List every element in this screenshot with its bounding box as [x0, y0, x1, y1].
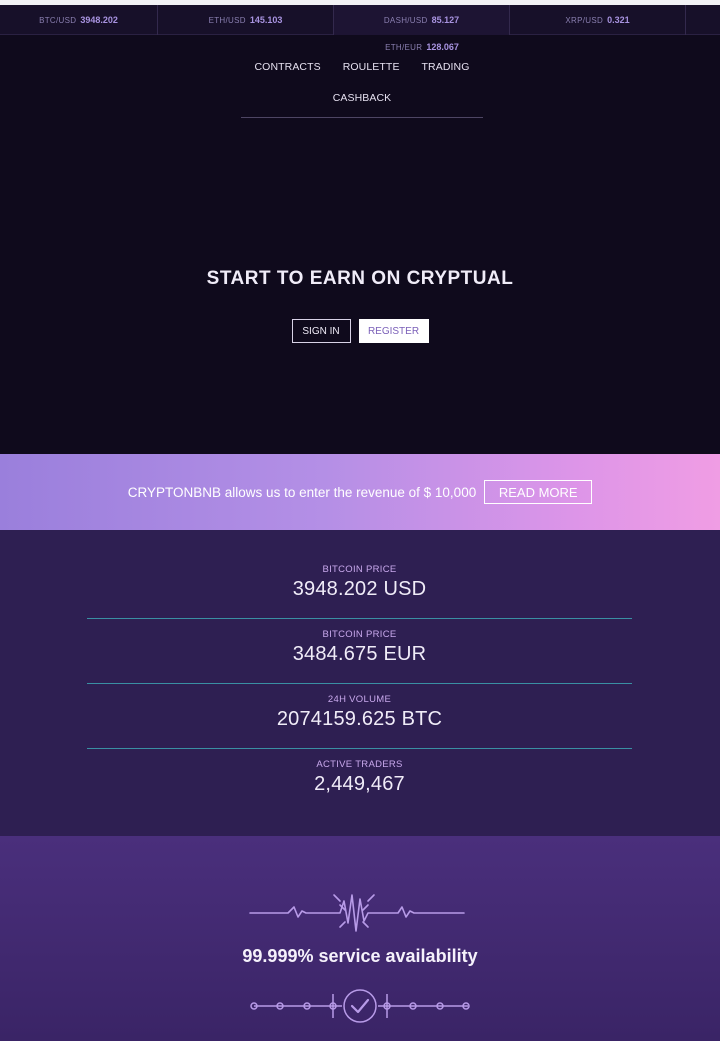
- heartbeat-line-icon: [249, 894, 465, 932]
- hero-section: START TO EARN ON CRYPTUAL SIGN IN REGIST…: [0, 118, 720, 454]
- stat-value: 3484.675 EUR: [292, 643, 427, 665]
- stat-label: BITCOIN PRICE: [322, 629, 397, 640]
- ticker-value: 145.103: [249, 15, 283, 25]
- ticker-pair: DASH/USD: [383, 15, 428, 25]
- ticker-item-btc-usd[interactable]: BTC/USD 3948.202: [0, 5, 158, 35]
- stat-active-traders: ACTIVE TRADERS 2,449,467: [87, 759, 632, 796]
- ticker-item-dash-usd[interactable]: DASH/USD 85.127: [334, 5, 510, 35]
- hero-actions: SIGN IN REGISTER: [0, 319, 720, 343]
- ticker-pair: BTC/USD: [39, 15, 77, 25]
- ticker-item-xrp-usd[interactable]: XRP/USD 0.321: [510, 5, 686, 35]
- promo-text: CRYPTONBNB allows us to enter the revenu…: [127, 484, 477, 500]
- stat-divider: [87, 748, 632, 749]
- stat-value: 2,449,467: [314, 773, 405, 795]
- stat-label: ACTIVE TRADERS: [316, 759, 403, 770]
- ticker-item-eth-eur[interactable]: ETH/EUR 128.067: [334, 39, 510, 55]
- availability-title: 99.999% service availability: [242, 946, 478, 966]
- hero-title: START TO EARN ON CRYPTUAL: [206, 268, 514, 289]
- promo-banner: CRYPTONBNB allows us to enter the revenu…: [0, 454, 720, 530]
- ticker-value: 0.321: [607, 15, 630, 25]
- register-button[interactable]: REGISTER: [358, 319, 429, 343]
- ticker-pair: ETH/USD: [208, 15, 246, 25]
- nav-item-contracts[interactable]: CONTRACTS: [255, 61, 321, 73]
- ticker-value: 128.067: [426, 42, 459, 52]
- stat-bitcoin-price-usd: BITCOIN PRICE 3948.202 USD: [87, 564, 632, 601]
- sign-in-button[interactable]: SIGN IN: [291, 319, 351, 343]
- ticker-item-eth-usd[interactable]: ETH/USD 145.103: [158, 5, 334, 35]
- nav-item-roulette[interactable]: ROULETTE: [343, 61, 400, 73]
- stat-label: 24H VOLUME: [327, 694, 392, 705]
- ticker-value: 85.127: [431, 15, 460, 25]
- ticker-value: 3948.202: [80, 15, 118, 25]
- check-circle-icon: [250, 989, 470, 1023]
- ticker-pair: XRP/USD: [565, 15, 604, 25]
- availability-section: 99.999% service availability: [0, 836, 720, 1041]
- stat-divider: [87, 618, 632, 619]
- stat-bitcoin-price-eur: BITCOIN PRICE 3484.675 EUR: [87, 629, 632, 666]
- ticker-item-overflow: [686, 5, 720, 35]
- nav-item-trading[interactable]: TRADING: [422, 61, 470, 73]
- main-nav: CONTRACTS ROULETTE TRADING CASHBACK: [241, 56, 483, 118]
- stat-divider: [87, 683, 632, 684]
- ticker-pair: ETH/EUR: [385, 42, 423, 52]
- stat-value: 3948.202 USD: [292, 578, 427, 600]
- stat-24h-volume: 24H VOLUME 2074159.625 BTC: [87, 694, 632, 731]
- stat-value: 2074159.625 BTC: [276, 708, 443, 730]
- price-ticker: BTC/USD 3948.202 ETH/USD 145.103 DASH/US…: [0, 5, 720, 35]
- read-more-button[interactable]: READ MORE: [484, 480, 593, 504]
- stats-section: BITCOIN PRICE 3948.202 USD BITCOIN PRICE…: [0, 530, 720, 836]
- nav-item-cashback[interactable]: CASHBACK: [333, 92, 392, 104]
- stat-label: BITCOIN PRICE: [322, 564, 397, 575]
